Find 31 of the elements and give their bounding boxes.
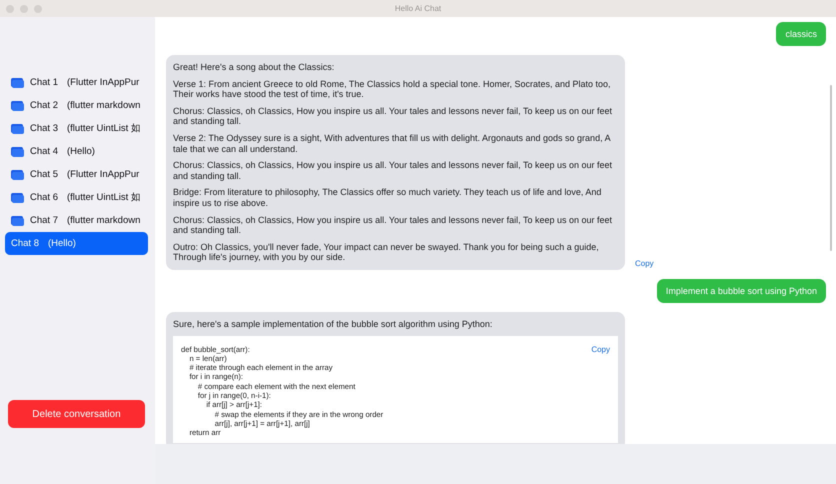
user-message: classics — [776, 22, 826, 46]
folder-icon — [11, 215, 24, 226]
chat-list-item[interactable]: Chat 5 (Flutter InAppPur — [5, 163, 148, 186]
chat-list-item[interactable]: Chat 4 (Hello) — [5, 140, 148, 163]
message-text: Sure, here's a sample implementation of the bubble sort algorithm using Python: — [173, 318, 494, 330]
chat-list-item[interactable]: Chat 1 (Flutter InAppPur — [5, 71, 148, 94]
message-text: Chorus: Classics, oh Classics, How you inspire us all. Your tales and lessons never fail, To keep us on our feet and standing tall. — [173, 214, 614, 236]
scrollbar[interactable] — [830, 85, 832, 251]
message-text: Great! Here's a song about the Classics: — [173, 62, 336, 73]
folder-icon — [11, 192, 24, 203]
folder-icon — [11, 169, 24, 180]
window-title: Hello Ai Chat — [394, 4, 442, 13]
folder-icon — [11, 123, 24, 134]
chat-list-item[interactable]: Chat 7 (flutter markdown — [5, 209, 148, 232]
folder-icon — [11, 100, 24, 111]
chat-list-item[interactable]: Chat 2 (flutter markdown — [5, 94, 148, 117]
message-text: Bridge: From literature to philosophy, The Classics offer so much variety. They teach us of life and love, And inspire us to rise above. — [173, 187, 602, 209]
user-message: Implement a bubble sort using Python — [656, 278, 826, 303]
message-text: Verse 1: From ancient Greece to old Rome, The Classics hold a special tone. Homer, Socrates, and Plato too, Their works have stood the test of time, it's true. — [173, 78, 612, 100]
message-text: Verse 2: The Odyssey sure is a sight, With adventures that fill us with delight. Argonauts and gods so grand, A tale that we can all understand. — [173, 132, 612, 154]
message-text: Outro: Oh Classics, you'll never fade, Your impact can never be swayed. Thank you for being such a guide, Through life's journey, with you by our side. — [173, 242, 600, 263]
chat-list-item[interactable]: Chat 6 (flutter UintList 如 — [5, 186, 148, 209]
delete-conversation-button[interactable]: Delete conversation — [8, 400, 145, 428]
chat-list-item[interactable]: Chat 3 (flutter UintList 如 — [5, 117, 148, 140]
message-text: Chorus: Classics, oh Classics, How you inspire us all. Your tales and lessons never fail, To keep us on our feet and standing tall. — [173, 160, 614, 182]
copy-link[interactable]: Copy — [635, 258, 654, 268]
chat-list-item[interactable]: Chat 8 (Hello) — [5, 232, 148, 255]
folder-icon — [11, 77, 24, 88]
folder-icon — [11, 146, 24, 157]
message-text: Chorus: Classics, oh Classics, How you inspire us all. Your tales and lessons never fail, To keep us on our feet and standing tall. — [173, 106, 614, 127]
copy-link[interactable]: Copy — [591, 344, 610, 354]
